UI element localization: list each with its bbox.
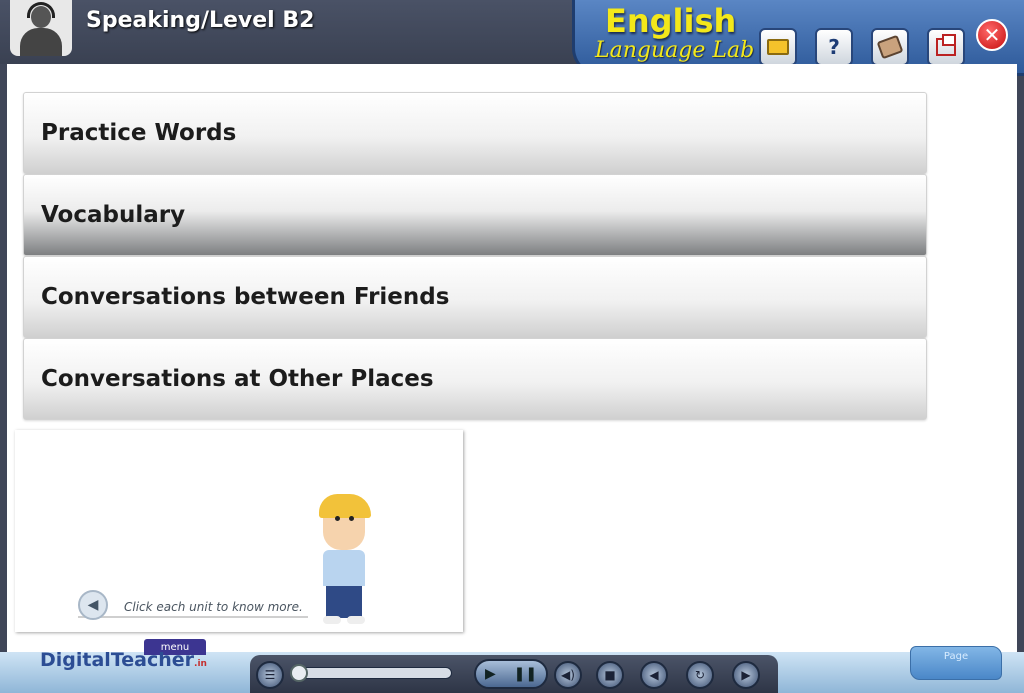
avatar	[10, 0, 72, 56]
unit-conversations-friends[interactable]: Conversations between Friends	[23, 256, 927, 338]
unit-label: Conversations between Friends	[41, 284, 450, 310]
tree-button[interactable]: ☰	[256, 661, 284, 689]
boy-character	[311, 494, 381, 626]
hint-text: Click each unit to know more.	[124, 600, 303, 614]
close-icon: ✕	[983, 23, 1001, 47]
speaker-hint-icon: ◀	[78, 590, 108, 620]
book-button[interactable]	[871, 28, 909, 66]
unit-label: Conversations at Other Places	[41, 366, 434, 392]
page-title: Speaking/Level B2	[86, 8, 315, 33]
next-icon: ▶	[741, 668, 751, 682]
progress-track[interactable]	[292, 667, 452, 679]
refresh-icon: ↻	[694, 668, 706, 682]
digital-teacher-logo: DigitalTeacher.in	[40, 649, 207, 671]
play-pause-group: ▶ ❚❚	[474, 659, 548, 689]
unit-practice-words[interactable]: Practice Words	[23, 92, 927, 174]
book-icon	[876, 34, 904, 60]
window-icon	[936, 34, 956, 56]
next-button[interactable]: ▶	[732, 661, 760, 689]
page-button[interactable]: Page	[910, 646, 1002, 680]
brand-subtitle: Language Lab	[595, 38, 755, 63]
brand-title: English	[605, 2, 737, 40]
unit-conversations-places[interactable]: Conversations at Other Places	[23, 338, 927, 420]
close-button[interactable]: ✕	[976, 19, 1008, 51]
refresh-button[interactable]: ↻	[686, 661, 714, 689]
stop-button[interactable]: ■	[596, 661, 624, 689]
back-button[interactable]: ◀	[640, 661, 668, 689]
help-icon: ?	[828, 35, 840, 59]
tree-icon: ☰	[264, 668, 276, 682]
back-icon: ◀	[649, 668, 659, 682]
volume-icon: ◀)	[561, 668, 575, 682]
media-controls: ☰ ▶ ❚❚ ◀) ■ ◀ ↻ ▶	[250, 655, 778, 693]
stop-icon: ■	[604, 668, 616, 682]
content-area: Practice Words Vocabulary Conversations …	[7, 64, 1017, 652]
unit-label: Practice Words	[41, 120, 237, 146]
play-icon[interactable]: ▶	[485, 666, 496, 682]
help-button[interactable]: ?	[815, 28, 853, 66]
folder-button[interactable]	[759, 28, 797, 66]
pause-icon[interactable]: ❚❚	[514, 666, 537, 682]
unit-vocabulary[interactable]: Vocabulary	[23, 174, 927, 256]
unit-menu: Practice Words Vocabulary Conversations …	[23, 92, 927, 420]
character-panel: ◀ Click each unit to know more.	[15, 430, 463, 632]
unit-label: Vocabulary	[41, 202, 186, 228]
progress-thumb[interactable]	[290, 664, 308, 682]
folder-icon	[767, 39, 789, 55]
window-button[interactable]	[927, 28, 965, 66]
volume-button[interactable]: ◀)	[554, 661, 582, 689]
hint-bar: ◀ Click each unit to know more.	[78, 590, 308, 620]
